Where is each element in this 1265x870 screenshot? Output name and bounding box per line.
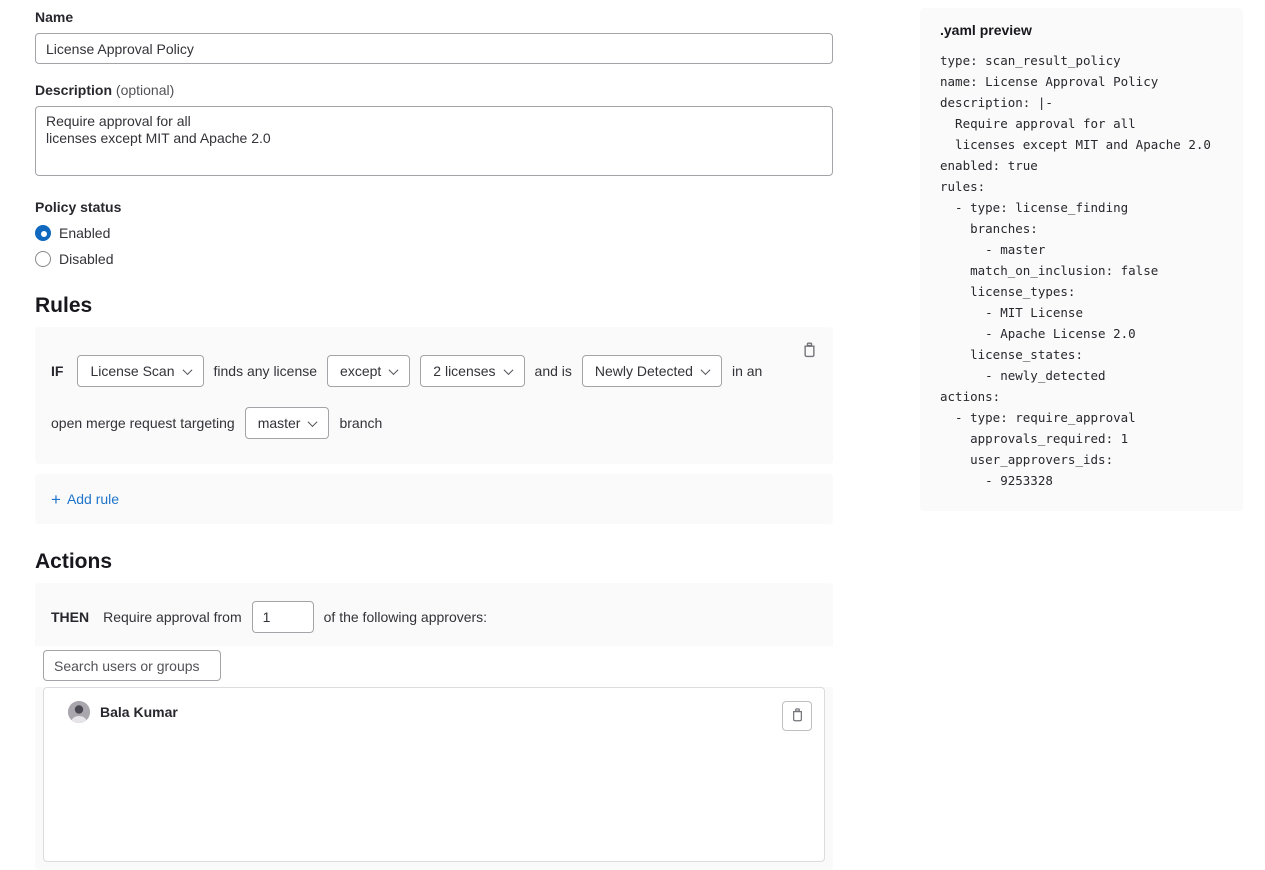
scanner-dropdown[interactable]: License Scan [77, 355, 203, 387]
description-label: Description (optional) [35, 82, 833, 99]
plus-icon: + [51, 491, 61, 508]
license-count-dropdown[interactable]: 2 licenses [420, 355, 524, 387]
then-label: THEN [51, 609, 89, 625]
yaml-preview-code: type: scan_result_policy name: License A… [940, 50, 1223, 491]
in-an-text: in an [732, 363, 762, 379]
list-item: Bala Kumar [44, 688, 824, 723]
branch-dropdown-value: master [258, 415, 301, 431]
of-following-approvers-text: of the following approvers: [324, 609, 487, 625]
radio-enabled-icon[interactable] [35, 225, 51, 241]
yaml-preview-title: .yaml preview [940, 22, 1223, 38]
approver-name: Bala Kumar [100, 704, 178, 720]
radio-disabled-icon[interactable] [35, 251, 51, 267]
approvers-list: Bala Kumar [43, 687, 825, 862]
rule-condition-row: IF License Scan finds any license except… [51, 355, 817, 387]
branch-text: branch [339, 415, 382, 431]
name-label: Name [35, 9, 833, 26]
description-optional-text: (optional) [116, 82, 174, 98]
radio-enabled[interactable]: Enabled [35, 224, 833, 242]
rules-heading: Rules [35, 293, 833, 318]
license-state-dropdown-value: Newly Detected [595, 363, 693, 379]
chevron-down-icon [389, 365, 399, 375]
require-approval-text: Require approval from [103, 609, 242, 625]
and-is-text: and is [535, 363, 572, 379]
targeting-text: open merge request targeting [51, 415, 235, 431]
delete-rule-button[interactable] [799, 341, 819, 361]
finds-text: finds any license [214, 363, 318, 379]
chevron-down-icon [701, 365, 711, 375]
actions-heading: Actions [35, 549, 833, 574]
chevron-down-icon [308, 417, 318, 427]
add-rule-card: + Add rule [35, 474, 833, 524]
search-users-input[interactable] [43, 650, 221, 681]
chevron-down-icon [182, 365, 192, 375]
policy-editor-form: Name Description (optional) Require appr… [35, 0, 833, 870]
trash-icon [790, 707, 805, 726]
trash-icon [801, 347, 818, 362]
then-row: THEN Require approval from of the follow… [35, 583, 833, 646]
add-rule-button[interactable]: + Add rule [51, 491, 119, 508]
add-rule-label: Add rule [67, 491, 119, 507]
policy-status-label: Policy status [35, 199, 833, 216]
if-label: IF [51, 363, 63, 379]
name-input[interactable] [35, 33, 833, 64]
chevron-down-icon [503, 365, 513, 375]
rule-card: IF License Scan finds any license except… [35, 327, 833, 464]
remove-approver-button[interactable] [782, 701, 812, 731]
branch-dropdown[interactable]: master [245, 407, 330, 439]
radio-enabled-label: Enabled [59, 225, 110, 241]
approvals-required-input[interactable] [252, 601, 314, 633]
radio-disabled-label: Disabled [59, 251, 113, 267]
description-textarea[interactable]: Require approval for all licenses except… [35, 106, 833, 176]
license-count-dropdown-value: 2 licenses [433, 363, 495, 379]
license-state-dropdown[interactable]: Newly Detected [582, 355, 722, 387]
match-mode-dropdown-value: except [340, 363, 381, 379]
avatar [68, 701, 90, 723]
approver-search-strip [35, 646, 833, 687]
yaml-preview-panel: .yaml preview type: scan_result_policy n… [920, 8, 1243, 511]
match-mode-dropdown[interactable]: except [327, 355, 410, 387]
description-label-text: Description [35, 82, 112, 98]
radio-disabled[interactable]: Disabled [35, 250, 833, 268]
scanner-dropdown-value: License Scan [90, 363, 174, 379]
actions-card: THEN Require approval from of the follow… [35, 583, 833, 870]
rule-branch-row: open merge request targeting master bran… [51, 407, 817, 439]
